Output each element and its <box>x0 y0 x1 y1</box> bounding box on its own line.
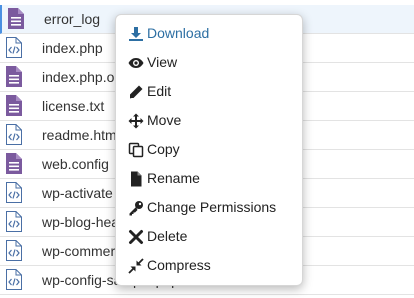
code-file-icon <box>6 37 22 58</box>
file-name: index.php <box>42 40 103 56</box>
file-icon <box>128 171 144 187</box>
menu-item-label: Move <box>147 112 182 128</box>
text-file-icon <box>8 8 24 29</box>
download-icon <box>128 26 144 42</box>
file-name: wp-blog-hea <box>42 214 120 230</box>
menu-item-change-permissions[interactable]: Change Permissions <box>128 197 298 219</box>
menu-item-label: Change Permissions <box>147 199 277 215</box>
eye-icon <box>128 55 144 71</box>
menu-item-edit[interactable]: Edit <box>128 81 298 103</box>
file-name: index.php.o <box>42 69 115 85</box>
code-file-icon <box>6 124 22 145</box>
menu-item-rename[interactable]: Rename <box>128 168 298 190</box>
code-file-icon <box>6 269 22 290</box>
menu-item-copy[interactable]: Copy <box>128 139 298 161</box>
menu-item-label: View <box>147 54 178 70</box>
key-icon <box>128 200 144 216</box>
menu-item-compress[interactable]: Compress <box>128 255 298 277</box>
file-name: wp-activate <box>42 185 113 201</box>
copy-icon <box>128 142 144 158</box>
menu-item-label: Compress <box>147 257 211 273</box>
text-file-icon <box>6 66 22 87</box>
code-file-icon <box>6 182 22 203</box>
pencil-icon <box>128 84 144 100</box>
context-menu: Download View Edit Move Copy Rename Chan… <box>115 14 303 286</box>
file-name: license.txt <box>42 98 105 114</box>
menu-item-view[interactable]: View <box>128 52 298 74</box>
menu-item-label: Rename <box>147 170 200 186</box>
code-file-icon <box>6 211 22 232</box>
menu-item-delete[interactable]: Delete <box>128 226 298 248</box>
compress-icon <box>128 258 144 274</box>
file-name: readme.htm <box>42 127 117 143</box>
file-name: error_log <box>44 11 101 27</box>
menu-item-label: Edit <box>147 83 172 99</box>
code-file-icon <box>6 240 22 261</box>
close-x-icon <box>128 229 144 245</box>
file-name: web.config <box>42 156 109 172</box>
text-file-icon <box>6 153 22 174</box>
text-file-icon <box>6 95 22 116</box>
move-arrows-icon <box>128 113 144 129</box>
menu-item-label: Download <box>147 25 210 41</box>
menu-item-download[interactable]: Download <box>128 23 298 45</box>
menu-item-label: Delete <box>147 228 188 244</box>
menu-item-label: Copy <box>147 141 180 157</box>
file-name: wp-commer <box>42 243 116 259</box>
menu-item-move[interactable]: Move <box>128 110 298 132</box>
